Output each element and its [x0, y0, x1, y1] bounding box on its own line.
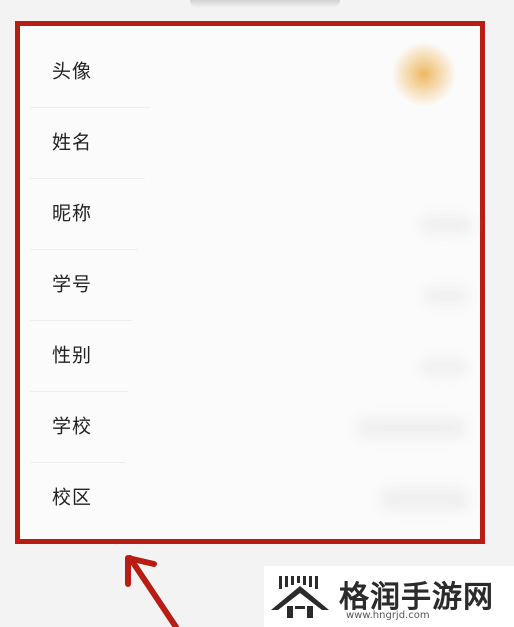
row-label-school: 学校	[52, 415, 93, 438]
school-value	[356, 418, 466, 438]
profile-row-campus[interactable]: 校区	[30, 463, 150, 534]
top-shadow	[190, 0, 340, 8]
profile-panel: 头像 姓名 昵称 学号 性别 学校 校区	[20, 26, 480, 539]
row-label-avatar: 头像	[52, 60, 93, 83]
row-label-nickname: 昵称	[52, 202, 93, 225]
profile-row-student-id[interactable]: 学号	[30, 250, 150, 321]
student-id-value	[424, 288, 470, 304]
campus-value	[380, 488, 470, 510]
watermark-url: www.hngrjd.com	[346, 610, 430, 621]
avatar-image[interactable]	[392, 42, 456, 106]
gender-value	[420, 359, 468, 375]
row-label-gender: 性别	[52, 344, 93, 367]
watermark: 格润手游网 www.hngrjd.com	[264, 566, 514, 627]
annotation-arrow-icon	[125, 555, 179, 627]
house-logo-icon	[271, 576, 329, 618]
profile-row-avatar[interactable]: 头像	[30, 37, 150, 108]
nickname-value	[420, 216, 472, 234]
profile-row-school[interactable]: 学校	[30, 392, 150, 463]
profile-row-nickname[interactable]: 昵称	[30, 179, 150, 250]
row-label-campus: 校区	[52, 486, 93, 509]
profile-row-gender[interactable]: 性别	[30, 321, 150, 392]
row-label-student-id: 学号	[52, 273, 93, 296]
highlight-frame: 头像 姓名 昵称 学号 性别 学校 校区	[15, 21, 485, 544]
row-label-name: 姓名	[52, 131, 93, 154]
profile-row-name[interactable]: 姓名	[30, 108, 150, 179]
